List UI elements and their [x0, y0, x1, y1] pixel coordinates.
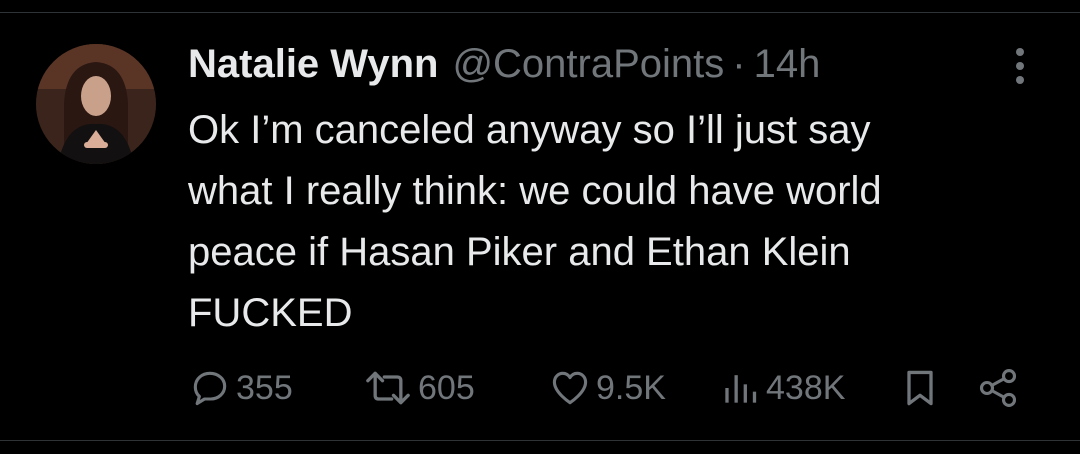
author-name[interactable]: Natalie Wynn: [188, 42, 438, 87]
separator-dot: ·: [732, 41, 746, 86]
bookmark-icon: [907, 370, 933, 406]
views-icon: [725, 375, 757, 403]
like-count: 9.5K: [596, 368, 666, 407]
tweet-text-line: Ok I’m canceled anyway so I’ll just say: [188, 108, 871, 152]
top-divider: [0, 12, 1080, 13]
repost-button[interactable]: 605: [362, 360, 475, 416]
reply-count: 355: [236, 368, 293, 407]
reply-icon: [193, 371, 227, 406]
avatar[interactable]: [36, 44, 156, 164]
timestamp[interactable]: 14h: [754, 42, 821, 87]
views-button[interactable]: 438K: [718, 360, 845, 416]
tweet-text: Ok I’m canceled anyway so I’ll just say …: [188, 100, 1008, 344]
repost-count: 605: [418, 368, 475, 407]
bookmark-button[interactable]: [898, 360, 942, 416]
author-handle[interactable]: @ContraPoints: [452, 42, 724, 87]
tweet-text-line: what I really think: we could have world: [188, 169, 882, 213]
tweet-text-line: peace if Hasan Piker and Ethan Klein: [188, 230, 851, 274]
tweet-text-line: FUCKED: [188, 291, 353, 335]
more-icon: [1016, 48, 1024, 56]
reply-button[interactable]: 355: [188, 360, 293, 416]
share-icon: [979, 369, 1017, 407]
tweet-header: Natalie Wynn @ContraPoints · 14h: [188, 38, 820, 90]
view-count: 438K: [766, 368, 846, 407]
like-icon: [552, 371, 588, 405]
bottom-divider: [0, 440, 1080, 441]
share-button[interactable]: [976, 360, 1020, 416]
action-bar: 355 605 9.5K 438K: [188, 360, 1028, 416]
like-button[interactable]: 9.5K: [548, 360, 666, 416]
more-options-button[interactable]: [1002, 44, 1038, 88]
avatar-image: [36, 44, 156, 164]
repost-icon: [366, 371, 410, 405]
